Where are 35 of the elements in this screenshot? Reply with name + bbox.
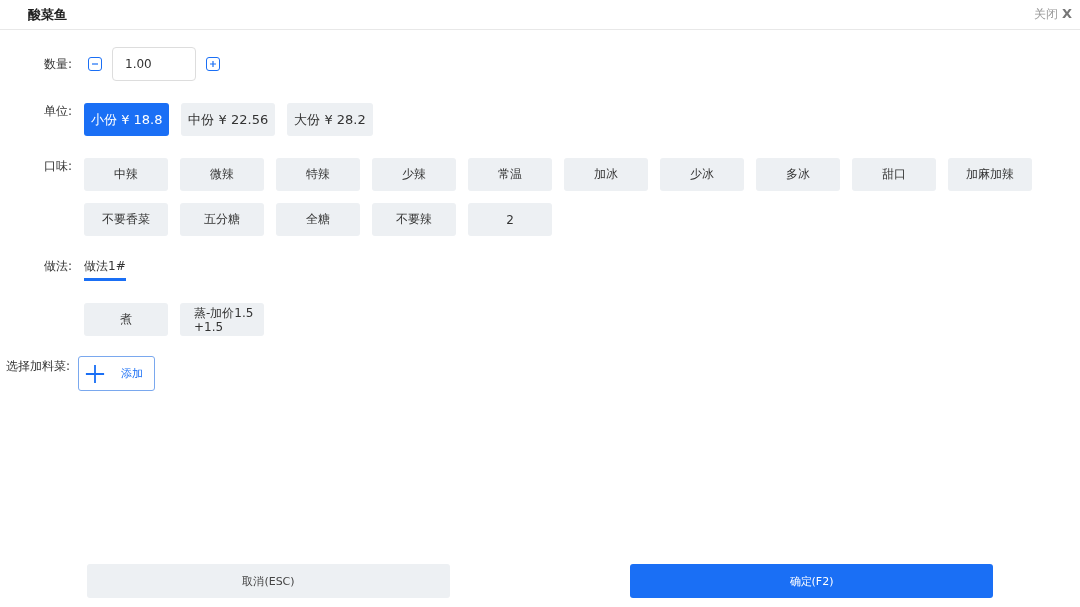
method-option[interactable]: 蒸-加价1.5 +1.5 xyxy=(180,303,264,336)
quantity-input[interactable]: 1.00 xyxy=(112,47,196,81)
taste-option[interactable]: 加冰 xyxy=(564,158,648,191)
taste-option[interactable]: 少冰 xyxy=(660,158,744,191)
taste-label: 口味: xyxy=(42,158,72,174)
taste-option[interactable]: 2 xyxy=(468,203,552,236)
minus-icon[interactable] xyxy=(88,57,102,71)
taste-option[interactable]: 甜口 xyxy=(852,158,936,191)
close-button[interactable]: 关闭 X xyxy=(1034,6,1072,23)
quantity-label: 数量: xyxy=(42,56,72,72)
taste-option[interactable]: 少辣 xyxy=(372,158,456,191)
method-option[interactable]: 煮 xyxy=(84,303,168,336)
size-option[interactable]: 大份 ¥ 28.2 xyxy=(287,103,373,136)
size-option[interactable]: 小份 ¥ 18.8 xyxy=(84,103,170,136)
taste-option[interactable]: 加麻加辣 xyxy=(948,158,1032,191)
taste-option[interactable]: 多冰 xyxy=(756,158,840,191)
method-label: 做法: xyxy=(42,258,72,274)
plus-icon[interactable] xyxy=(206,57,220,71)
unit-label: 单位: xyxy=(42,103,72,119)
plus-icon xyxy=(85,363,105,384)
taste-option[interactable]: 中辣 xyxy=(84,158,168,191)
extras-label: 选择加料菜: xyxy=(4,358,70,374)
taste-option[interactable]: 不要辣 xyxy=(372,203,456,236)
window-title: 酸菜鱼 xyxy=(28,5,67,24)
taste-option[interactable]: 五分糖 xyxy=(180,203,264,236)
add-button[interactable]: 添加 xyxy=(78,356,155,391)
taste-option[interactable]: 全糖 xyxy=(276,203,360,236)
taste-option[interactable]: 不要香菜 xyxy=(84,203,168,236)
taste-option[interactable]: 微辣 xyxy=(180,158,264,191)
size-option[interactable]: 中份 ¥ 22.56 xyxy=(181,103,276,136)
cancel-button[interactable]: 取消(ESC) xyxy=(87,564,450,598)
confirm-button[interactable]: 确定(F2) xyxy=(630,564,993,598)
taste-option[interactable]: 常温 xyxy=(468,158,552,191)
method-tab[interactable]: 做法1# xyxy=(84,258,126,281)
taste-option[interactable]: 特辣 xyxy=(276,158,360,191)
